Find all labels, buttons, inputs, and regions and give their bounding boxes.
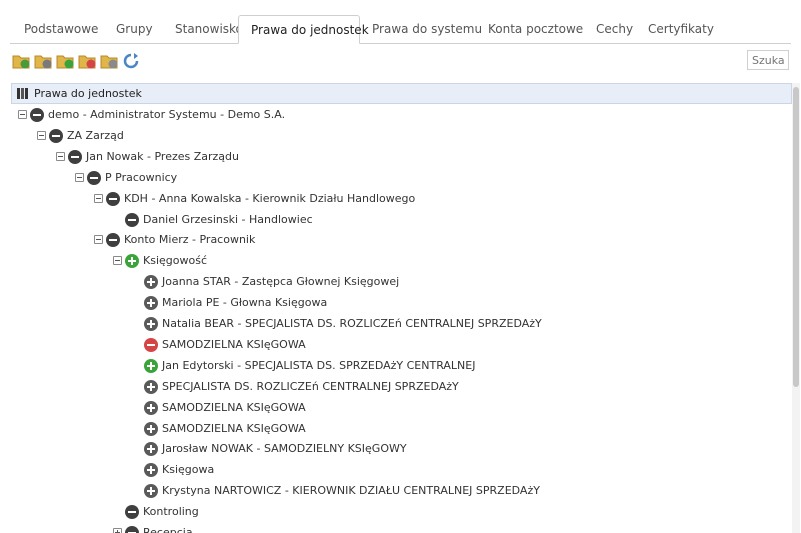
tree-node[interactable]: Krystyna NARTOWICZ - KIEROWNIK DZIAŁU CE… [11, 481, 792, 501]
toolbar [12, 50, 792, 72]
tree-node[interactable]: Jan Nowak - Prezes Zarządu [11, 147, 792, 167]
tree-node-label: Recepcja [143, 526, 193, 533]
tree-node[interactable]: Księgowość [11, 251, 792, 271]
tree-node-label: P Pracownicy [105, 170, 178, 184]
folder-neutral-icon[interactable] [100, 52, 118, 70]
tree-node[interactable]: SAMODZIELNA KSIęGOWA [11, 398, 792, 418]
tree-root[interactable]: Prawa do jednostek [11, 83, 792, 104]
folder-edit-icon[interactable] [34, 52, 52, 70]
permission-state-icon[interactable] [144, 421, 158, 436]
tree-node-label: KDH - Anna Kowalska - Kierownik Działu H… [124, 191, 416, 205]
tab-bar: Podstawowe Grupy Stanowisko Prawa do jednos… [10, 15, 791, 44]
tree-node[interactable]: SAMODZIELNA KSIęGOWA [11, 335, 792, 355]
tree-node-label: Krystyna NARTOWICZ - KIEROWNIK DZIAŁU CE… [162, 484, 540, 498]
units-icon [16, 87, 30, 103]
folder-add-icon[interactable] [12, 52, 30, 70]
permission-state-icon[interactable] [30, 108, 44, 122]
tree-node-label: Jan Nowak - Prezes Zarządu [86, 149, 240, 163]
permission-state-icon[interactable] [144, 442, 158, 457]
permission-state-icon[interactable] [106, 191, 120, 206]
tree-node-label: Księgowość [143, 254, 207, 268]
tab-prawa-do-jednostek[interactable]: Prawa do jednostek [238, 15, 369, 44]
grant-state-icon[interactable] [125, 254, 139, 269]
tree-node-label: Mariola PE - Głowna Księgowa [162, 296, 328, 310]
permission-state-icon[interactable] [125, 212, 139, 227]
tree-node[interactable]: Księgowa [11, 460, 792, 480]
tree-node-label: Jarosław NOWAK - SAMODZIELNY KSIęGOWY [162, 442, 407, 456]
grant-state-icon[interactable] [144, 358, 158, 373]
tree-node-label: Natalia BEAR - SPECJALISTA DS. ROZLICZEń… [162, 317, 542, 330]
permission-state-icon[interactable] [144, 400, 158, 415]
permission-state-icon[interactable] [87, 170, 101, 185]
expand-icon[interactable] [113, 528, 122, 533]
tab-stanowisko[interactable]: Stanowisko [163, 15, 243, 43]
permission-state-icon[interactable] [144, 379, 158, 394]
permission-state-icon[interactable] [144, 275, 158, 290]
collapse-icon[interactable] [94, 193, 103, 203]
tree-node[interactable]: Recepcja [11, 523, 792, 533]
collapse-icon[interactable] [18, 110, 27, 119]
tab-prawa-do-systemu[interactable]: Prawa do systemu [360, 15, 482, 43]
permission-state-icon[interactable] [125, 505, 139, 520]
tree-node-label: Joanna STAR - Zastępca Głownej Księgowej [162, 275, 400, 289]
tree-root-label: Prawa do jednostek [34, 87, 142, 100]
permission-state-icon[interactable] [144, 463, 158, 478]
tree-node-label: Jan Edytorski - SPECJALISTA DS. SPRZEDAż… [162, 358, 476, 372]
tree-node-label: Daniel Grzesinski - Handlowiec [143, 212, 313, 226]
tab-grupy[interactable]: Grupy [104, 15, 163, 43]
tree-node[interactable]: KDH - Anna Kowalska - Kierownik Działu H… [11, 189, 792, 209]
folder-grant-icon[interactable] [56, 52, 74, 70]
tab-cechy[interactable]: Cechy [584, 15, 636, 43]
tree-node[interactable]: SAMODZIELNA KSIęGOWA [11, 419, 792, 439]
permission-state-icon[interactable] [106, 233, 120, 248]
tree-node[interactable]: demo - Administrator Systemu - Demo S.A. [11, 105, 792, 125]
folder-deny-icon[interactable] [78, 52, 96, 70]
tree-node-label: SAMODZIELNA KSIęGOWA [162, 337, 306, 351]
permission-state-icon[interactable] [68, 149, 82, 164]
search-input[interactable] [747, 50, 789, 70]
tree-node-label: Konto Mierz - Pracownik [124, 233, 256, 247]
tab-konta-pocztowe[interactable]: Konta pocztowe [476, 15, 584, 43]
collapse-icon[interactable] [37, 130, 46, 140]
tree-node[interactable]: Kontroling [11, 502, 792, 522]
tree-node-label: SAMODZIELNA KSIęGOWA [162, 421, 306, 435]
tree-node-label: Kontroling [143, 505, 199, 519]
scrollbar-thumb[interactable] [793, 87, 799, 387]
collapse-icon[interactable] [94, 235, 103, 245]
tree-node[interactable]: Joanna STAR - Zastępca Głownej Księgowej [11, 272, 792, 292]
refresh-icon[interactable] [122, 52, 140, 70]
permission-state-icon[interactable] [49, 128, 63, 143]
tree-node[interactable]: Natalia BEAR - SPECJALISTA DS. ROZLICZEń… [11, 314, 792, 334]
permission-state-icon[interactable] [144, 296, 158, 311]
permission-state-icon[interactable] [144, 484, 158, 499]
tree-node[interactable]: SPECJALISTA DS. ROZLICZEń CENTRALNEJ SPR… [11, 377, 792, 397]
deny-state-icon[interactable] [144, 337, 158, 352]
tab-certyfikaty[interactable]: Certyfikaty [636, 15, 722, 43]
tree-node-label: ZA Zarząd [67, 128, 124, 142]
tree-scrollbar[interactable] [792, 83, 800, 533]
rights-tree: Prawa do jednostek demo - Administrator … [11, 83, 792, 533]
tree-node[interactable]: Daniel Grzesinski - Handlowiec [11, 210, 792, 230]
tree-node-label: SPECJALISTA DS. ROZLICZEń CENTRALNEJ SPR… [162, 379, 459, 393]
tree-node-label: demo - Administrator Systemu - Demo S.A. [48, 108, 286, 121]
permission-state-icon[interactable] [125, 526, 139, 533]
tree-node[interactable]: Jan Edytorski - SPECJALISTA DS. SPRZEDAż… [11, 356, 792, 376]
tree-node-label: SAMODZIELNA KSIęGOWA [162, 400, 306, 414]
collapse-icon[interactable] [56, 151, 65, 161]
tree-node[interactable]: Konto Mierz - Pracownik [11, 230, 792, 250]
permission-state-icon[interactable] [144, 317, 158, 331]
tree-node[interactable]: ZA Zarząd [11, 126, 792, 146]
collapse-icon[interactable] [113, 256, 122, 266]
collapse-icon[interactable] [75, 172, 84, 182]
tab-podstawowe[interactable]: Podstawowe [12, 15, 104, 43]
tree-node[interactable]: P Pracownicy [11, 168, 792, 188]
tree-node[interactable]: Mariola PE - Głowna Księgowa [11, 293, 792, 313]
tree-node-label: Księgowa [162, 463, 215, 477]
tree-node[interactable]: Jarosław NOWAK - SAMODZIELNY KSIęGOWY [11, 439, 792, 459]
